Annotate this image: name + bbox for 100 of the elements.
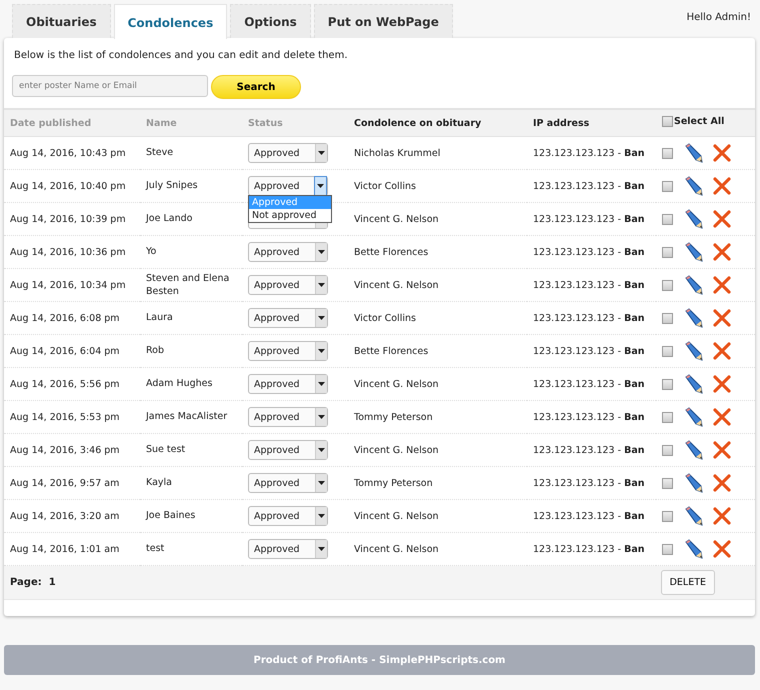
row-checkbox[interactable] [662,180,673,192]
row-checkbox[interactable] [662,412,673,422]
column-header: IP address [527,109,656,136]
tab[interactable]: Options [230,4,311,38]
ban-link[interactable]: Ban [624,214,645,224]
row-checkbox[interactable] [662,478,673,488]
pencil-icon[interactable] [683,176,703,196]
pencil-icon[interactable] [683,209,703,229]
pencil-icon[interactable] [683,242,703,262]
ip-address: 123.123.123.123 [533,180,615,192]
ip-address: 123.123.123.123 [533,444,615,456]
ban-link[interactable]: Ban [624,312,645,324]
ip-address: 123.123.123.123 [533,280,615,290]
search-field[interactable]: enter poster Name or Email [12,75,208,97]
select-all-label: Select All [674,116,724,127]
ban-link[interactable]: Ban [624,510,645,522]
tab[interactable]: Condolences [114,4,228,39]
row-checkbox[interactable] [662,510,673,522]
status-select[interactable]: Approved [248,176,328,196]
ip-address: 123.123.123.123 [533,544,615,554]
ban-link[interactable]: Ban [624,280,645,290]
pencil-icon[interactable] [683,506,703,526]
delete-icon[interactable] [713,276,731,294]
ban-link[interactable]: Ban [624,346,645,356]
separator-dash: - [618,544,622,554]
name-cell: Steven and Elena Besten [140,268,242,302]
ban-link[interactable]: Ban [624,444,645,456]
pencil-icon[interactable] [683,473,703,493]
status-select[interactable]: Approved [248,539,328,559]
column-header: Condolence on obituary [348,109,527,136]
ban-link[interactable]: Ban [624,544,645,554]
ip-address: 123.123.123.123 [533,346,615,356]
row-checkbox[interactable] [662,544,673,554]
status-select[interactable]: Approved [248,275,328,295]
delete-icon[interactable] [713,375,731,393]
pencil-icon[interactable] [683,341,703,361]
status-option[interactable]: Not approved [249,209,331,222]
status-select[interactable]: Approved [248,374,328,394]
obituary-cell: Victor Collins [348,302,527,334]
select-all-checkbox[interactable] [662,116,673,127]
delete-icon[interactable] [713,408,731,426]
tab[interactable]: Obituaries [12,4,111,38]
status-select[interactable]: Approved [248,473,328,493]
pencil-icon[interactable] [683,440,703,460]
status-select[interactable]: Approved [248,242,328,262]
delete-icon[interactable] [713,177,731,195]
ban-link[interactable]: Ban [624,180,645,192]
ban-link[interactable]: Ban [624,478,645,488]
delete-icon[interactable] [713,441,731,459]
date-cell: Aug 14, 2016, 5:56 pm [4,368,140,400]
row-checkbox[interactable] [662,214,673,224]
status-select[interactable]: Approved [248,506,328,526]
row-checkbox[interactable] [662,148,673,158]
delete-icon[interactable] [713,540,731,558]
caret-icon [317,184,324,188]
pencil-icon[interactable] [683,308,703,328]
pencil-icon[interactable] [683,539,703,559]
date-cell: Aug 14, 2016, 3:20 am [4,500,140,532]
status-select[interactable]: Approved [248,440,328,460]
status-select[interactable]: Approved [248,308,328,328]
intro-text: Below is the list of condolences and you can edit and delete them. [13,49,349,63]
delete-button[interactable]: DELETE [660,570,715,595]
caret-icon [318,547,325,551]
ip-address: 123.123.123.123 [533,214,615,224]
row-checkbox[interactable] [662,246,673,258]
pencil-icon[interactable] [683,143,703,163]
pencil-icon[interactable] [683,407,703,427]
delete-icon[interactable] [713,144,731,162]
ban-link[interactable]: Ban [624,378,645,390]
date-cell: Aug 14, 2016, 9:57 am [4,466,140,500]
delete-icon[interactable] [713,243,731,261]
row-checkbox[interactable] [662,444,673,456]
name-cell: Adam Hughes [140,368,242,400]
name-cell: Sue test [140,434,242,466]
ip-address: 123.123.123.123 [533,478,615,488]
status-select[interactable]: Approved [248,143,328,163]
status-select[interactable]: Approved [248,341,328,361]
name-cell: Joe Lando [140,202,242,236]
column-header: Status [242,109,348,136]
delete-icon[interactable] [713,210,731,228]
ban-link[interactable]: Ban [624,412,645,422]
row-checkbox[interactable] [662,280,673,290]
delete-icon[interactable] [713,474,731,492]
ban-link[interactable]: Ban [624,246,645,258]
status-select[interactable]: Approved [248,407,328,427]
row-checkbox[interactable] [662,378,673,390]
row-checkbox[interactable] [662,346,673,356]
ban-link[interactable]: Ban [624,148,645,158]
name-cell: Yo [140,236,242,268]
tab[interactable]: Put on WebPage [314,4,453,38]
delete-icon[interactable] [713,507,731,525]
pencil-icon[interactable] [683,275,703,295]
row-checkbox[interactable] [662,312,673,324]
obituary-cell: Vincent G. Nelson [348,500,527,532]
delete-icon[interactable] [713,309,731,327]
separator-dash: - [618,510,622,522]
delete-icon[interactable] [713,342,731,360]
search-button[interactable]: Search [211,75,301,99]
pencil-icon[interactable] [683,374,703,394]
caret-icon [318,514,325,518]
